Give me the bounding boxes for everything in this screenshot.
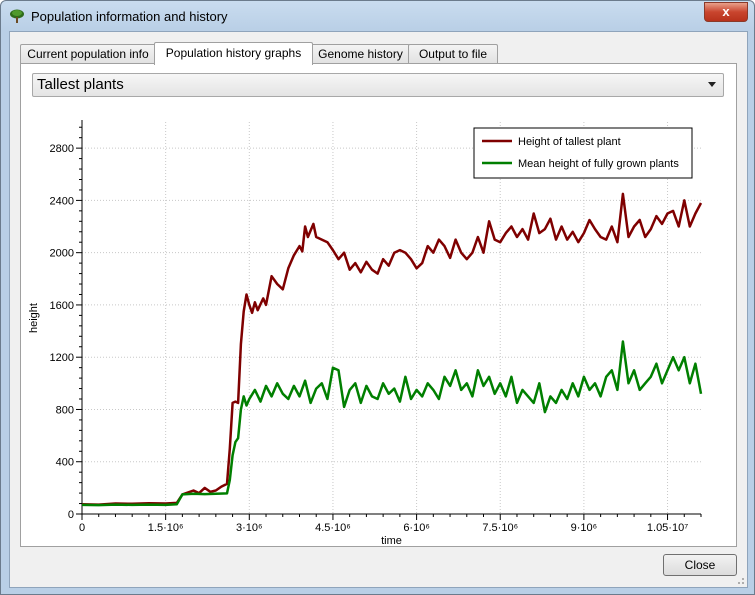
y-tick-label: 1200 [50,352,74,364]
x-tick-label: 3·10⁶ [236,522,263,534]
chart-series [81,192,703,507]
x-tick-label: 1.5·10⁶ [148,522,184,534]
y-tick-label: 0 [68,509,74,521]
legend-label-2: Mean height of fully grown plants [518,158,679,170]
population-info-window: Population information and history x Cur… [0,0,755,595]
chart-axes: 0 400 800 1200 1600 2000 2400 2800 0 1.5·10⁶ 3·10⁶… [28,120,702,544]
x-axis-title: time [381,535,402,544]
y-tick-label: 400 [56,457,74,469]
history-chart: 0 400 800 1200 1600 2000 2400 2800 0 1.5·10⁶ 3·10⁶… [28,120,703,544]
y-axis-title: height [28,303,40,333]
close-button[interactable]: Close [663,554,737,576]
x-tick-label: 9·10⁶ [571,522,598,534]
y-tick-label: 800 [56,404,74,416]
y-tick-label: 2000 [50,248,74,260]
y-tick-label: 2400 [50,195,74,207]
x-tick-label: 0 [79,522,85,534]
x-tick-label: 6·10⁶ [403,522,430,534]
tree-icon [10,9,24,23]
x-tick-label: 7.5·10⁶ [482,522,518,534]
series-line-2 [81,340,703,507]
y-tick-label: 1600 [50,300,74,312]
tab-output-to-file[interactable]: Output to file [408,44,498,64]
tab-population-history-graphs[interactable]: Population history graphs [154,42,313,65]
tab-current-population-info[interactable]: Current population info [20,44,156,64]
graph-type-dropdown[interactable]: Tallest plants [32,73,724,97]
x-tick-label: 4.5·10⁶ [315,522,351,534]
window-title: Population information and history [31,9,228,24]
x-tick-label: 1.05·10⁷ [647,522,688,534]
tab-genome-history[interactable]: Genome history [311,44,410,64]
legend-label-1: Height of tallest plant [518,136,621,148]
chart-grid [82,122,701,514]
dialog-client-area: Current population info Population histo… [9,31,748,588]
y-tick-label: 2800 [50,143,74,155]
series-line-1 [81,192,703,506]
chevron-down-icon [708,82,716,87]
window-close-button[interactable]: x [704,2,748,22]
chart-legend: Height of tallest plant Mean height of fu… [473,127,693,179]
title-bar[interactable]: Population information and history x [1,1,754,31]
resize-grip-icon[interactable] [735,575,745,585]
tab-panel-population-history-graphs: Tallest plants 0 400 800 1200 1600 2000 2400 28… [20,63,737,547]
graph-type-selected: Tallest plants [37,76,124,93]
